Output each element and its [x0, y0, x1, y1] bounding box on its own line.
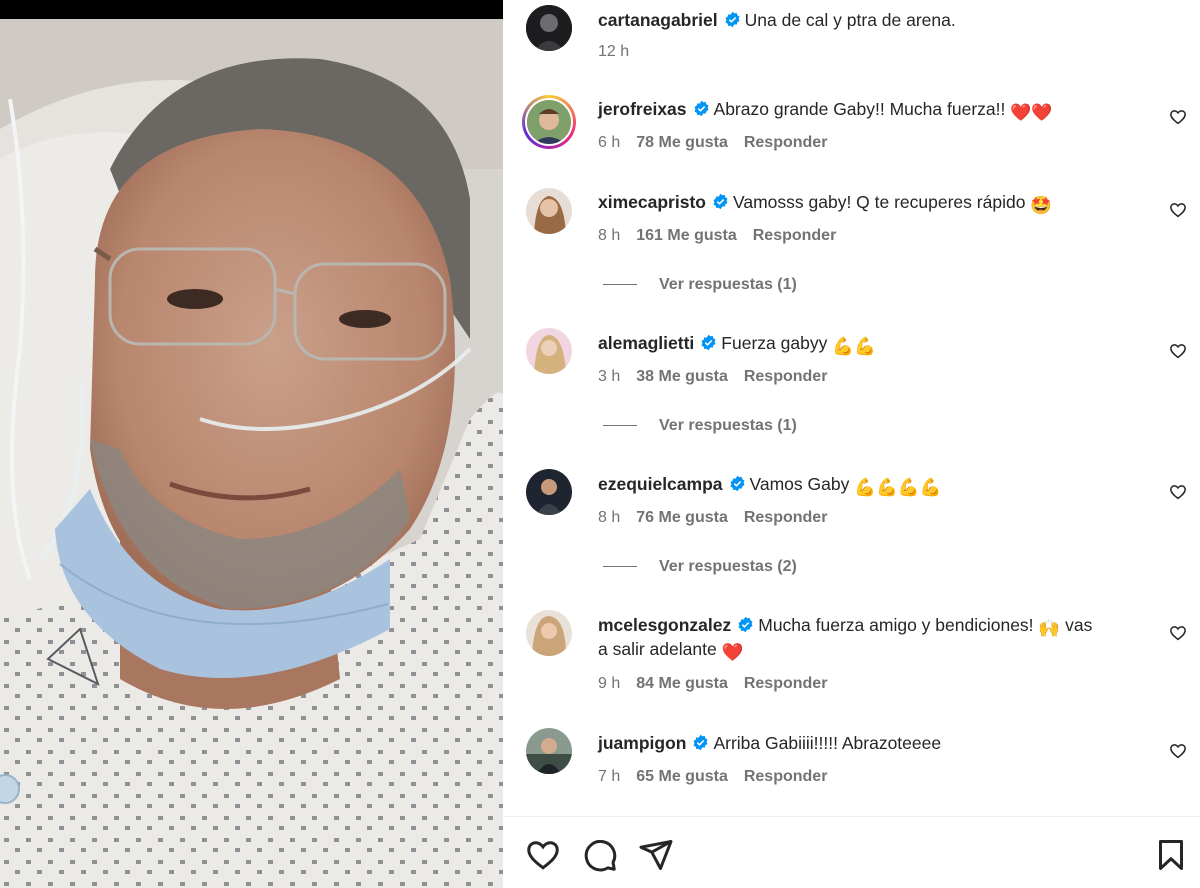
comment-likes[interactable]: 38 Me gusta [636, 368, 728, 385]
heart-outline-icon[interactable] [1169, 342, 1187, 360]
comment-meta: 3 h 38 Me gusta Responder [598, 367, 827, 387]
comment-meta: 8 h 161 Me gusta Responder [598, 226, 836, 246]
post-media[interactable] [0, 0, 503, 888]
comment-likes[interactable]: 78 Me gusta [636, 134, 728, 151]
comment-meta: 7 h 65 Me gusta Responder [598, 767, 827, 787]
verified-badge-icon [725, 11, 740, 28]
comment-text-continued: a salir adelante [598, 639, 717, 659]
comment-line: alemaglietti Fuerza gabyy 💪💪 [598, 331, 876, 358]
view-replies-button[interactable]: Ver respuestas (2) [603, 557, 797, 577]
replies-divider [603, 284, 637, 286]
heart-outline-icon[interactable] [1169, 624, 1187, 642]
reply-button[interactable]: Responder [744, 134, 828, 151]
heart-outline-icon[interactable] [1169, 108, 1187, 126]
comment-meta: 6 h 78 Me gusta Responder [598, 133, 827, 153]
comment-time: 8 h [598, 227, 621, 244]
verified-badge-icon [701, 334, 716, 351]
comment-line: ezequielcampa Vamos Gaby 💪💪💪💪 [598, 472, 941, 499]
reply-button[interactable]: Responder [753, 227, 837, 244]
reply-button[interactable]: Responder [744, 509, 828, 526]
comment-text: Vamos Gaby [749, 474, 850, 494]
view-replies-label: Ver respuestas (1) [659, 417, 797, 434]
star-struck-emoji: 🤩 [1030, 195, 1053, 215]
comment-text: Arriba Gabiiii!!!!! Abrazoteeee [713, 733, 942, 753]
comment-likes[interactable]: 161 Me gusta [636, 227, 736, 244]
replies-divider [603, 425, 637, 427]
comment-likes[interactable]: 76 Me gusta [636, 509, 728, 526]
comment-avatar[interactable] [526, 328, 572, 374]
verified-badge-icon [713, 193, 728, 210]
verified-badge-icon [693, 734, 708, 751]
view-replies-label: Ver respuestas (2) [659, 558, 797, 575]
post-photo [0, 19, 503, 888]
paper-plane-icon[interactable] [638, 837, 674, 873]
view-replies-button[interactable]: Ver respuestas (1) [603, 416, 797, 436]
red-heart-emoji: ❤️ [721, 642, 744, 662]
verified-badge-icon [738, 616, 753, 633]
comment-meta: 8 h 76 Me gusta Responder [598, 508, 827, 528]
comment-avatar[interactable] [522, 95, 576, 149]
comment-time: 6 h [598, 134, 621, 151]
comment-username[interactable]: ximecapristo [598, 192, 706, 212]
author-username[interactable]: cartanagabriel [598, 10, 718, 30]
comment-username[interactable]: jerofreixas [598, 99, 687, 119]
comment-bubble-icon[interactable] [582, 837, 618, 873]
comment-meta: 9 h 84 Me gusta Responder [598, 674, 827, 694]
verified-badge-icon [694, 100, 709, 117]
flexed-biceps-emoji: 💪💪 [832, 336, 876, 356]
post-caption: cartanagabriel Una de cal y ptra de arena… [598, 8, 956, 32]
heart-outline-icon[interactable] [525, 837, 561, 873]
comment-likes[interactable]: 65 Me gusta [636, 768, 728, 785]
comment-username[interactable]: ezequielcampa [598, 474, 723, 494]
comment-text: Fuerza gabyy [721, 333, 828, 353]
heart-outline-icon[interactable] [1169, 483, 1187, 501]
comment-time: 9 h [598, 675, 621, 692]
comment-avatar[interactable] [526, 728, 572, 774]
comment-avatar[interactable] [526, 469, 572, 515]
caption-text: Una de cal y ptra de arena. [744, 10, 956, 30]
comment-line: juampigon Arriba Gabiiii!!!!! Abrazoteeee [598, 731, 941, 755]
view-replies-button[interactable]: Ver respuestas (1) [603, 275, 797, 295]
comment-time: 7 h [598, 768, 621, 785]
flexed-biceps-emoji: 💪💪💪💪 [854, 477, 942, 497]
author-avatar[interactable] [526, 5, 572, 51]
comment-username[interactable]: mcelesgonzalez [598, 615, 731, 635]
caption-meta: 12 h [598, 42, 645, 62]
media-top-bar [0, 0, 503, 19]
comment-text: Mucha fuerza amigo y bendiciones! [758, 615, 1034, 635]
view-replies-label: Ver respuestas (1) [659, 276, 797, 293]
comment-username[interactable]: juampigon [598, 733, 686, 753]
comment-line-wrap: a salir adelante ❤️ [598, 637, 743, 664]
comment-time: 8 h [598, 509, 621, 526]
comment-text-continued: vas [1065, 615, 1093, 635]
post-action-bar [503, 816, 1200, 888]
comment-avatar[interactable] [526, 188, 572, 234]
red-heart-emoji: ❤️❤️ [1010, 103, 1053, 122]
comments-panel: cartanagabriel Una de cal y ptra de arena… [503, 0, 1200, 888]
comment-time: 3 h [598, 368, 621, 385]
comment-text: Vamosss gaby! Q te recuperes rápido [732, 192, 1026, 212]
replies-divider [603, 566, 637, 568]
verified-badge-icon [729, 475, 745, 492]
reply-button[interactable]: Responder [744, 768, 828, 785]
raising-hands-emoji: 🙌 [1038, 618, 1061, 638]
comment-line: mcelesgonzalez Mucha fuerza amigo y bendi… [598, 613, 1168, 640]
comment-line: ximecapristo Vamosss gaby! Q te recuperes… [598, 190, 1052, 217]
heart-outline-icon[interactable] [1169, 742, 1187, 760]
caption-time: 12 h [598, 43, 630, 60]
comment-likes[interactable]: 84 Me gusta [636, 675, 728, 692]
comment-text: Abrazo grande Gaby!! Mucha fuerza!! [713, 99, 1006, 119]
comment-username[interactable]: alemaglietti [598, 333, 694, 353]
comment-line: jerofreixas Abrazo grande Gaby!! Mucha fu… [598, 97, 1053, 125]
bookmark-icon[interactable] [1153, 837, 1189, 873]
heart-outline-icon[interactable] [1169, 201, 1187, 219]
reply-button[interactable]: Responder [744, 675, 828, 692]
comment-avatar[interactable] [526, 610, 572, 656]
reply-button[interactable]: Responder [744, 368, 828, 385]
